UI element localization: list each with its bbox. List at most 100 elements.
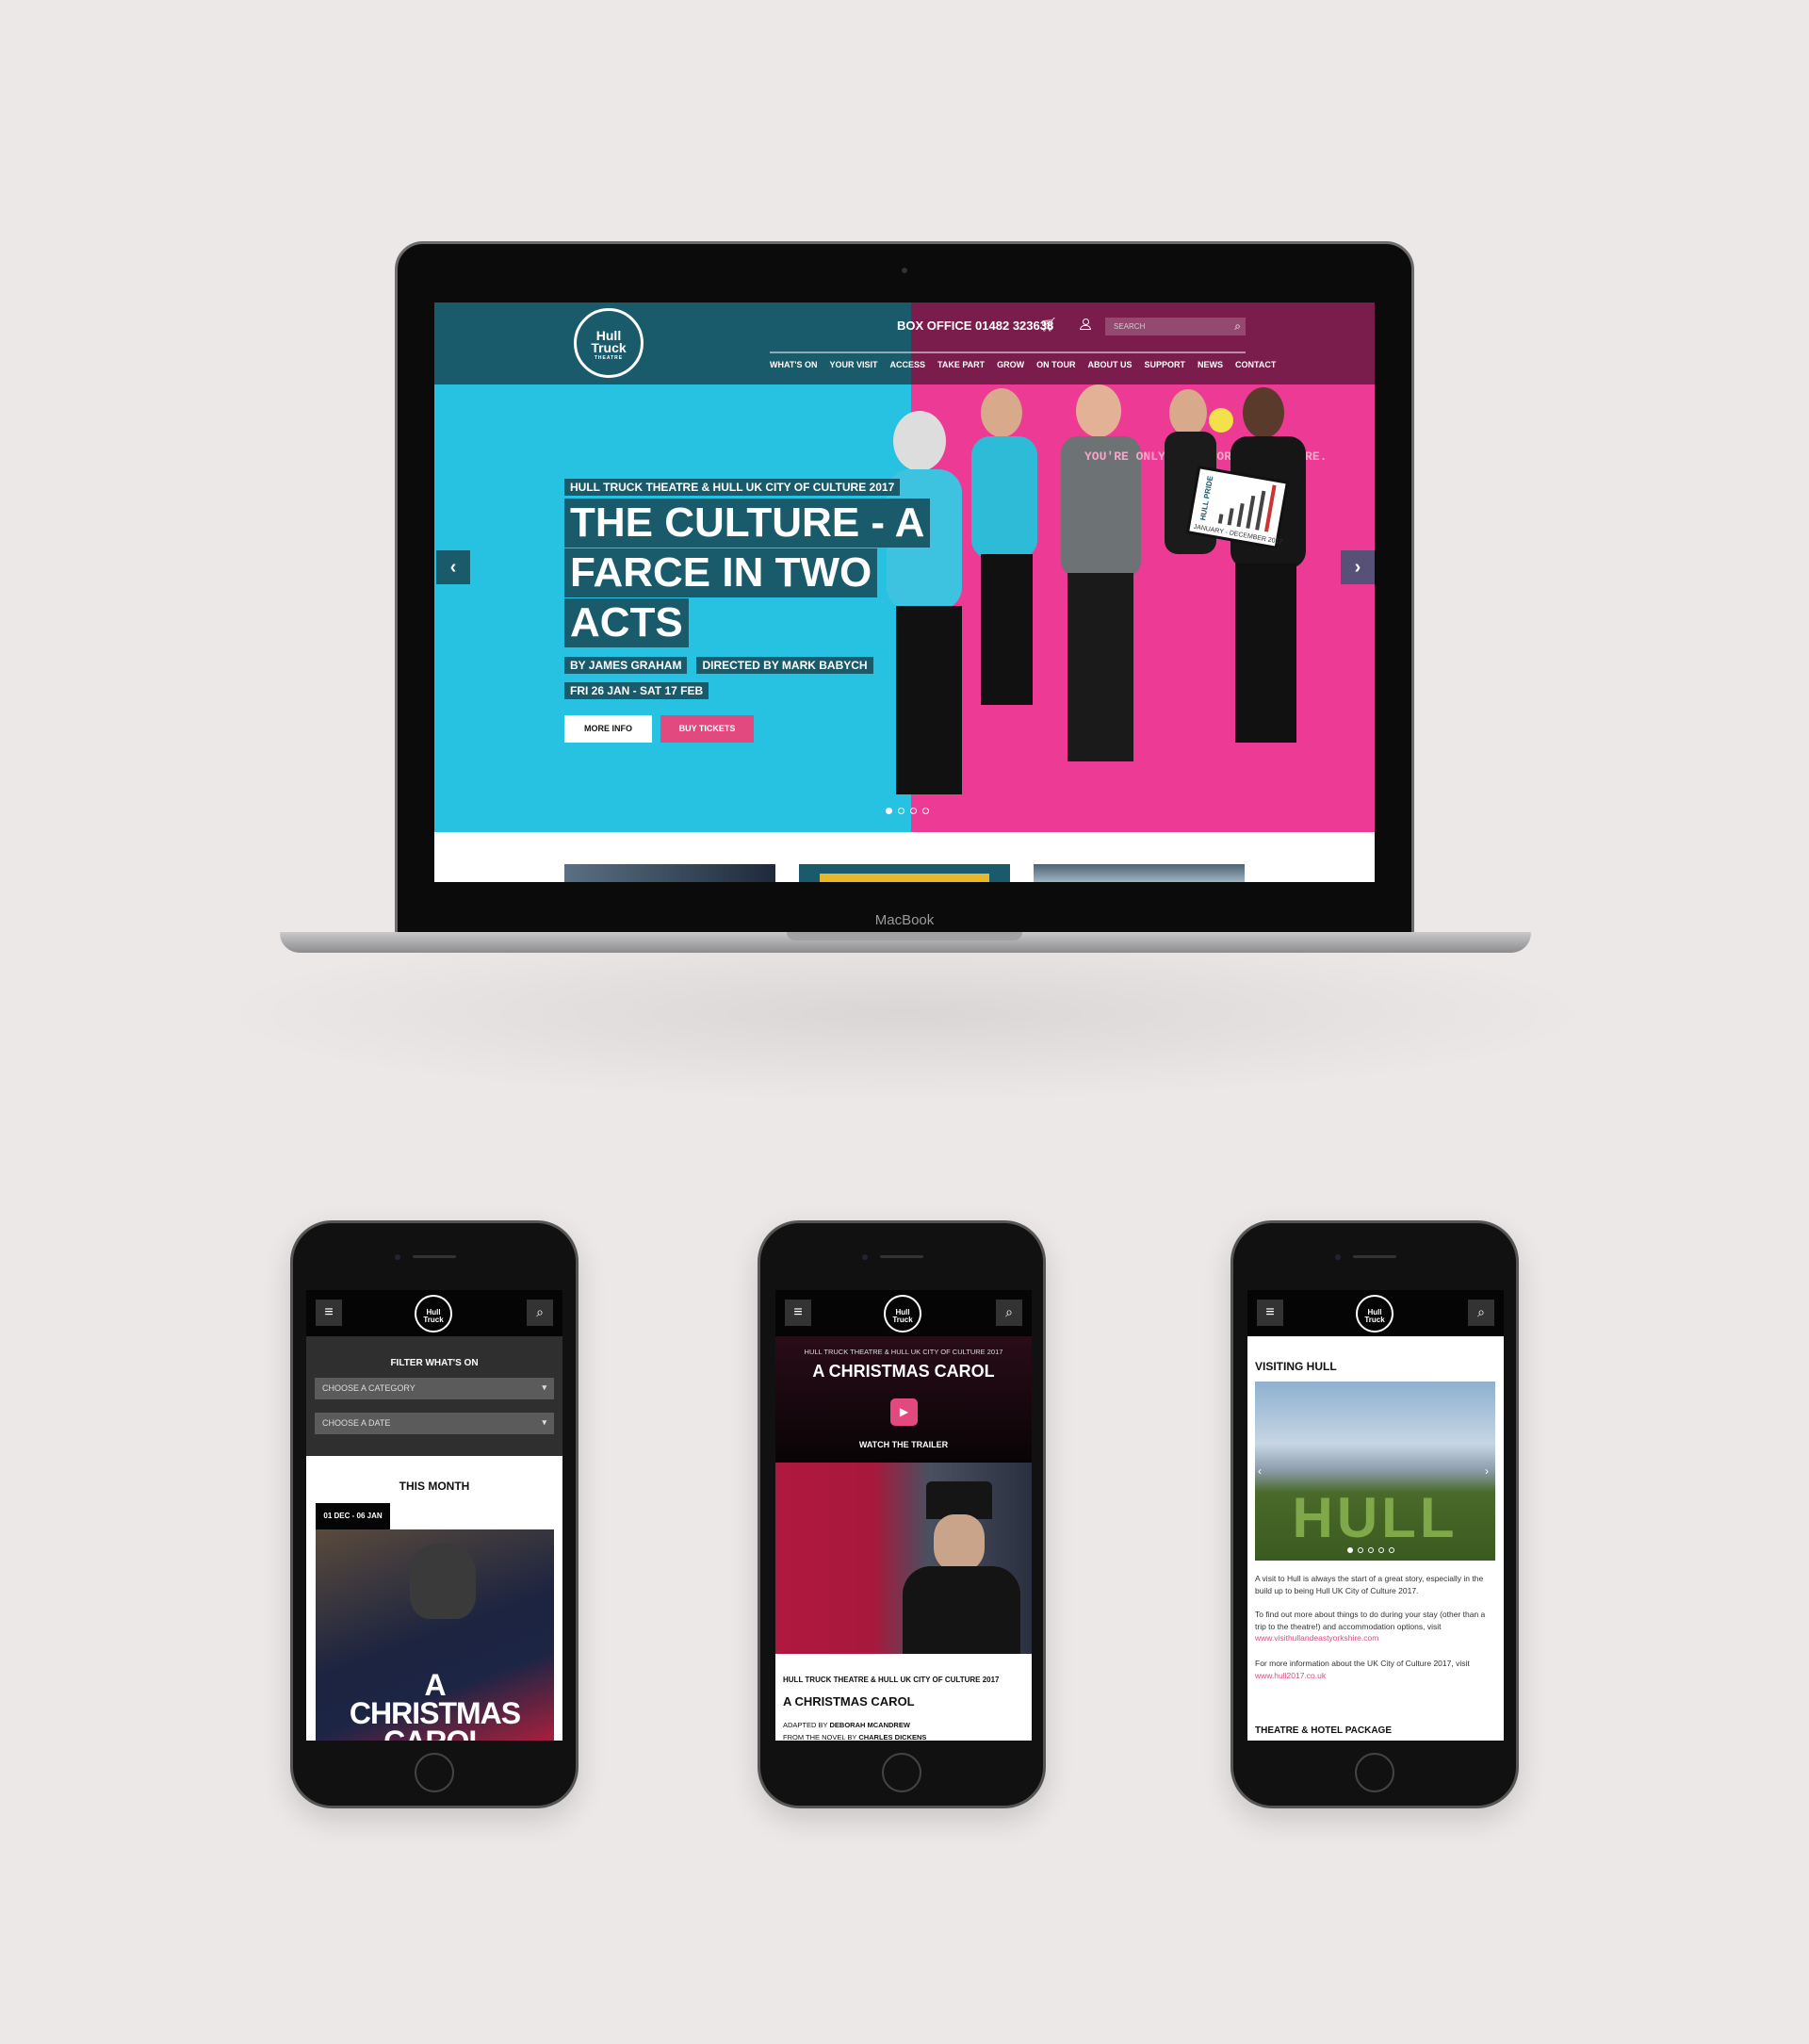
carousel-dot[interactable] bbox=[1358, 1547, 1363, 1553]
visithull-link[interactable]: www.visithullandeastyorkshire.com bbox=[1255, 1633, 1378, 1643]
hull-truck-logo[interactable]: Hull Truck bbox=[1356, 1295, 1393, 1333]
hull-truck-logo[interactable]: Hull Truck THEATRE bbox=[574, 308, 644, 378]
nav-item[interactable]: SUPPORT bbox=[1145, 360, 1186, 369]
menu-icon[interactable]: ≡ bbox=[1257, 1300, 1283, 1326]
header-right bbox=[911, 303, 1375, 384]
show-image bbox=[775, 1463, 1032, 1654]
nav-item[interactable]: NEWS bbox=[1198, 360, 1223, 369]
menu-icon[interactable]: ≡ bbox=[316, 1300, 342, 1326]
carousel-next-button[interactable]: › bbox=[1485, 1464, 1489, 1478]
carousel-dot[interactable] bbox=[886, 808, 892, 814]
hero-dates: FRI 26 JAN - SAT 17 FEB bbox=[564, 682, 709, 699]
front-camera bbox=[862, 1254, 868, 1260]
carousel-dot[interactable] bbox=[922, 808, 929, 814]
nav-item[interactable]: TAKE PART bbox=[937, 360, 985, 369]
search-icon[interactable]: ⌕ bbox=[996, 1300, 1022, 1326]
speaker bbox=[880, 1255, 923, 1258]
trailer-header: HULL TRUCK THEATRE & HULL UK CITY OF CUL… bbox=[775, 1336, 1032, 1463]
chevron-down-icon: ▾ bbox=[542, 1382, 546, 1392]
search-icon[interactable]: ⌕ bbox=[527, 1300, 553, 1326]
watch-trailer-link[interactable]: WATCH THE TRAILER bbox=[775, 1440, 1032, 1449]
nav-divider bbox=[770, 352, 1246, 353]
search-input[interactable]: SEARCH ⌕ bbox=[1105, 318, 1246, 335]
hull-photo-carousel[interactable]: HULL ‹ › bbox=[1255, 1382, 1495, 1561]
laptop-screen: Hull Truck THEATRE BOX OFFICE 01482 323638… bbox=[434, 303, 1375, 882]
laptop-camera bbox=[902, 268, 907, 273]
hero-title-line-3: ACTS bbox=[564, 598, 689, 647]
package-title: THEATRE & HOTEL PACKAGE bbox=[1255, 1725, 1393, 1736]
hull-garden-text: HULL bbox=[1292, 1486, 1459, 1549]
carousel-dots bbox=[886, 808, 929, 814]
phone-3: ≡ Hull Truck ⌕ VISITING HULL HULL ‹ › A v… bbox=[1230, 1220, 1519, 1808]
nav-item[interactable]: CONTACT bbox=[1235, 360, 1276, 369]
filter-panel: FILTER WHAT'S ON CHOOSE A CATEGORY ▾ CHOO… bbox=[306, 1336, 562, 1456]
macbook-label: MacBook bbox=[874, 912, 935, 928]
user-icon[interactable] bbox=[1080, 319, 1091, 332]
event-thumbnail[interactable] bbox=[799, 864, 1010, 882]
hull-truck-logo[interactable]: Hull Truck bbox=[415, 1295, 452, 1333]
info-title: A CHRISTMAS CAROL bbox=[783, 1694, 915, 1709]
laptop-notch bbox=[787, 932, 1022, 940]
menu-icon[interactable]: ≡ bbox=[785, 1300, 811, 1326]
hero-title-line-2: FARCE IN TWO bbox=[564, 548, 878, 597]
phone-2-screen: ≡ Hull Truck ⌕ HULL TRUCK THEATRE & HULL … bbox=[775, 1290, 1032, 1741]
date-select[interactable]: CHOOSE A DATE ▾ bbox=[315, 1413, 554, 1434]
mobile-nav: ≡ Hull Truck ⌕ bbox=[306, 1290, 562, 1336]
play-icon[interactable]: ▶ bbox=[890, 1398, 918, 1426]
page-title: VISITING HULL bbox=[1255, 1360, 1337, 1373]
hero-kicker: HULL TRUCK THEATRE & HULL UK CITY OF CUL… bbox=[564, 479, 901, 496]
carousel-dot[interactable] bbox=[910, 808, 917, 814]
home-button[interactable] bbox=[882, 1753, 921, 1792]
hero-photo-people: YOU'RE ONLY HERE FOR THE CULTURE. JANUAR… bbox=[887, 384, 1327, 794]
show-title: A CHRISTMAS CAROL bbox=[812, 1362, 995, 1381]
chevron-down-icon: ▾ bbox=[542, 1417, 546, 1427]
novel-by: FROM THE NOVEL BY CHARLES DICKENS bbox=[783, 1733, 927, 1741]
poster-title: ACHRISTMASCAROL bbox=[349, 1668, 521, 1741]
phone-3-screen: ≡ Hull Truck ⌕ VISITING HULL HULL ‹ › A v… bbox=[1247, 1290, 1504, 1741]
search-icon[interactable]: ⌕ bbox=[1234, 319, 1241, 334]
more-info-button[interactable]: MORE INFO bbox=[564, 715, 652, 743]
buy-tickets-button[interactable]: BUY TICKETS bbox=[660, 715, 754, 743]
home-button[interactable] bbox=[1355, 1753, 1394, 1792]
phone-1-screen: ≡ Hull Truck ⌕ FILTER WHAT'S ON CHOOSE A … bbox=[306, 1290, 562, 1741]
culture-paragraph: For more information about the UK City o… bbox=[1255, 1659, 1470, 1680]
nav-item[interactable]: GROW bbox=[997, 360, 1024, 369]
carousel-dot[interactable] bbox=[898, 808, 904, 814]
nav-item[interactable]: ABOUT US bbox=[1088, 360, 1133, 369]
carousel-dot[interactable] bbox=[1378, 1547, 1384, 1553]
nav-item[interactable]: WHAT'S ON bbox=[770, 360, 817, 369]
carousel-prev-button[interactable]: ‹ bbox=[1258, 1464, 1262, 1478]
info-kicker: HULL TRUCK THEATRE & HULL UK CITY OF CUL… bbox=[783, 1676, 1000, 1684]
carousel-dot[interactable] bbox=[1368, 1547, 1374, 1553]
carousel-dot[interactable] bbox=[1347, 1547, 1353, 1553]
event-thumbnail[interactable] bbox=[1034, 864, 1245, 882]
header-left bbox=[434, 303, 911, 384]
carousel-dot[interactable] bbox=[1389, 1547, 1394, 1553]
nav-item[interactable]: YOUR VISIT bbox=[829, 360, 877, 369]
nav-item[interactable]: ACCESS bbox=[889, 360, 925, 369]
show-kicker: HULL TRUCK THEATRE & HULL UK CITY OF CUL… bbox=[804, 1348, 1003, 1356]
carousel-dots bbox=[1347, 1547, 1394, 1553]
front-camera bbox=[395, 1254, 400, 1260]
hull2017-link[interactable]: www.hull2017.co.uk bbox=[1255, 1671, 1326, 1680]
mobile-nav: ≡ Hull Truck ⌕ bbox=[1247, 1290, 1504, 1336]
date-badge: 01 DEC - 06 JAN bbox=[316, 1503, 390, 1529]
home-button[interactable] bbox=[415, 1753, 454, 1792]
hull-truck-logo[interactable]: Hull Truck bbox=[884, 1295, 921, 1333]
filter-title: FILTER WHAT'S ON bbox=[390, 1358, 479, 1368]
carousel-next-button[interactable]: › bbox=[1341, 550, 1375, 584]
nav-item[interactable]: ON TOUR bbox=[1036, 360, 1075, 369]
box-office-phone[interactable]: BOX OFFICE 01482 323638 bbox=[897, 319, 1053, 333]
speaker bbox=[413, 1255, 456, 1258]
intro-paragraph: A visit to Hull is always the start of a… bbox=[1255, 1574, 1484, 1595]
christmas-carol-poster[interactable]: ACHRISTMASCAROL bbox=[316, 1529, 554, 1741]
visit-paragraph: To find out more about things to do duri… bbox=[1255, 1610, 1486, 1643]
carousel-prev-button[interactable]: ‹ bbox=[436, 550, 470, 584]
front-camera bbox=[1335, 1254, 1341, 1260]
event-thumbnail[interactable] bbox=[564, 864, 775, 882]
adapted-by: ADAPTED BY DEBORAH MCANDREW bbox=[783, 1721, 910, 1729]
cart-icon[interactable]: 🛒︎ bbox=[1040, 317, 1057, 333]
search-icon[interactable]: ⌕ bbox=[1468, 1300, 1494, 1326]
mobile-nav: ≡ Hull Truck ⌕ bbox=[775, 1290, 1032, 1336]
category-select[interactable]: CHOOSE A CATEGORY ▾ bbox=[315, 1378, 554, 1399]
